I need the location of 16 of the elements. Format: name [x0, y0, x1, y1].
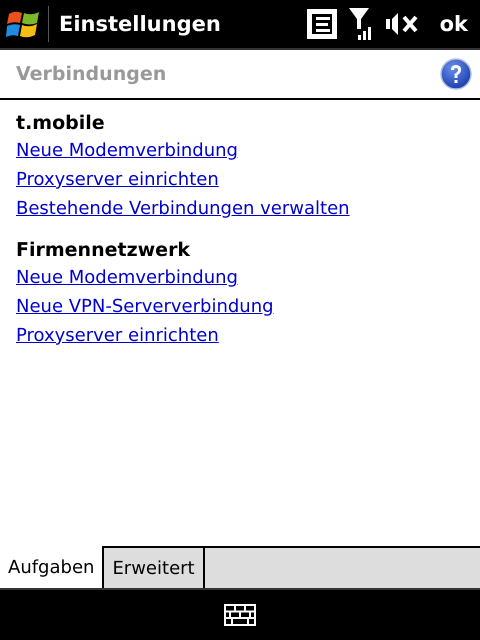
notes-icon[interactable]: [306, 8, 338, 40]
section-heading: Firmennetzwerk: [16, 238, 192, 263]
tab[interactable]: Erweitert: [104, 546, 205, 588]
page-title: Verbindungen: [16, 63, 166, 85]
window-title: Einstellungen: [59, 12, 222, 36]
help-icon[interactable]: [440, 58, 472, 90]
task-link[interactable]: Bestehende Verbindungen verwalten: [16, 194, 350, 223]
signal-icon[interactable]: [348, 7, 374, 41]
section-heading: t.mobile: [16, 111, 106, 136]
task-link[interactable]: Neue Modemverbindung: [16, 136, 238, 165]
task-link[interactable]: Neue Modemverbindung: [16, 263, 238, 292]
keyboard-icon[interactable]: [224, 604, 256, 626]
task-link[interactable]: Neue VPN-Serververbindung: [16, 292, 274, 321]
task-link[interactable]: Proxyserver einrichten: [16, 165, 219, 194]
ok-button[interactable]: ok: [438, 12, 470, 36]
task-link[interactable]: Proxyserver einrichten: [16, 321, 219, 350]
